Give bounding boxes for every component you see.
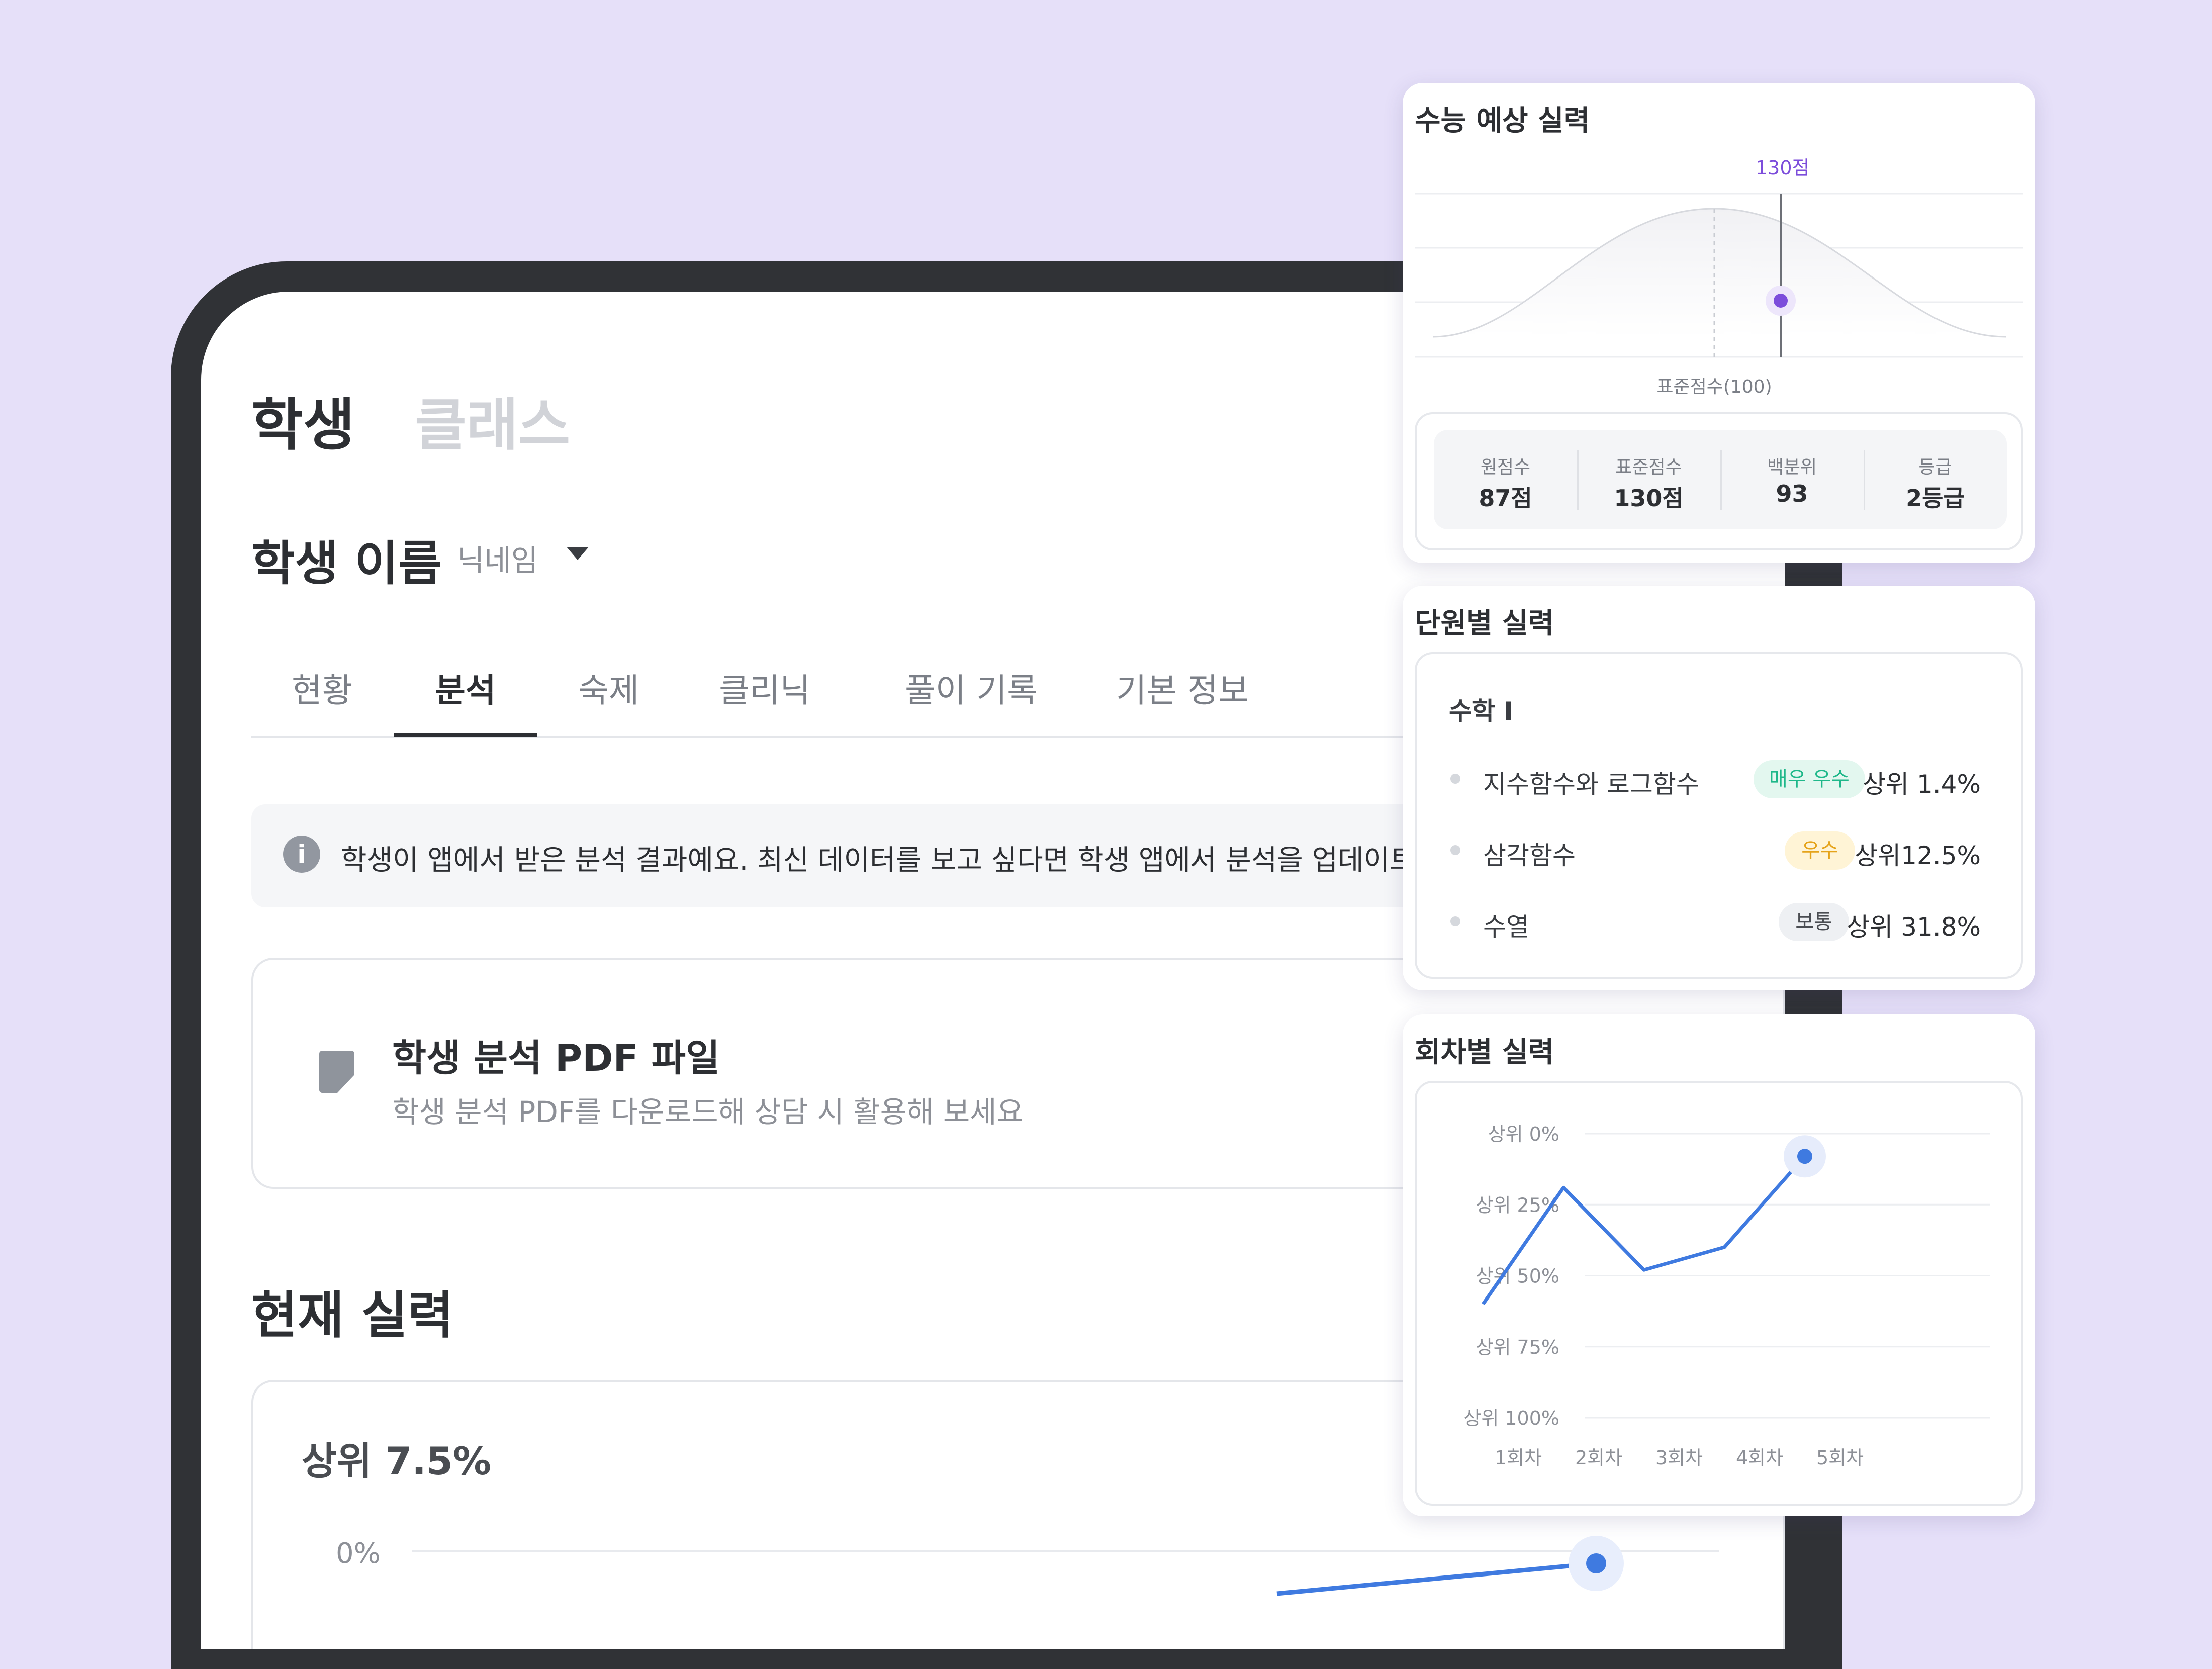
round-y-tick: 상위 100%	[1463, 1407, 1559, 1429]
unit-badge: 보통	[1779, 903, 1849, 941]
unit-badge: 우수	[1785, 831, 1855, 870]
stat-value: 130점	[1614, 485, 1684, 512]
round-x-tick: 2회차	[1575, 1447, 1622, 1469]
stats-box: 원점수 87점 표준점수 130점 백분위 93 등급 2등급	[1434, 430, 2007, 529]
unit-skill-card: 단원별 실력 수학 I 지수함수와 로그함수 매우 우수 상위 1.4% 삼각함…	[1403, 586, 2035, 990]
round-line-chart: 상위 0%상위 25%상위 50%상위 75%상위 100%1회차 2회차 3회차 4…	[1463, 1123, 1990, 1469]
current-skill-point	[1586, 1553, 1606, 1573]
unit-badge: 매우 우수	[1754, 760, 1865, 798]
unit-percent: 상위12.5%	[1855, 841, 1981, 870]
stat-label: 원점수	[1480, 457, 1531, 478]
round-y-tick: 상위 0%	[1488, 1123, 1559, 1145]
round-point	[1797, 1149, 1812, 1164]
bullet-icon	[1450, 845, 1460, 855]
bell-curve-fill	[1433, 209, 2006, 337]
bullet-icon	[1450, 774, 1460, 784]
unit-row[interactable]: 삼각함수 우수 상위12.5%	[1403, 825, 2016, 876]
stat-label: 표준점수	[1615, 457, 1682, 478]
stat-percentile: 백분위 93	[1720, 430, 1864, 529]
unit-name: 삼각함수	[1483, 841, 1576, 870]
unit-row[interactable]: 수열 보통 상위 31.8%	[1403, 897, 2016, 947]
stat-value: 87점	[1479, 485, 1532, 512]
round-x-tick: 4회차	[1736, 1447, 1783, 1469]
stat-standard-score: 표준점수 130점	[1577, 430, 1720, 529]
unit-percent: 상위 31.8%	[1847, 912, 1981, 942]
round-y-tick: 상위 50%	[1476, 1265, 1559, 1287]
unit-name: 지수함수와 로그함수	[1483, 770, 1699, 799]
unit-row[interactable]: 지수함수와 로그함수 매우 우수 상위 1.4%	[1403, 754, 2016, 804]
unit-card-title: 단원별 실력	[1415, 607, 1554, 640]
stat-value: 2등급	[1906, 485, 1965, 512]
round-x-tick: 5회차	[1816, 1447, 1864, 1469]
suneung-card: 수능 예상 실력 130점 표준점수(100) 원점수 87점 표준점수 130…	[1403, 83, 2035, 563]
bell-axis-label: 표준점수(100)	[1656, 377, 1772, 397]
unit-percent: 상위 1.4%	[1863, 770, 1981, 799]
stat-label: 등급	[1918, 457, 1952, 478]
stat-raw-score: 원점수 87점	[1434, 430, 1577, 529]
unit-name: 수열	[1483, 912, 1529, 942]
unit-subject: 수학 I	[1449, 697, 1514, 726]
bullet-icon	[1450, 916, 1460, 926]
stat-grade: 등급 2등급	[1864, 430, 2007, 529]
stat-label: 백분위	[1767, 457, 1817, 478]
score-marker	[1774, 294, 1788, 308]
round-y-tick: 상위 75%	[1476, 1336, 1559, 1358]
round-skill-card: 회차별 실력 상위 0% 상위 25% 상위 50% 상위 75% 상위 100% 1회차…	[1403, 1014, 2035, 1516]
current-skill-line	[1276, 1561, 1597, 1596]
round-x-tick: 3회차	[1655, 1447, 1703, 1469]
round-x-tick: 1회차	[1495, 1447, 1542, 1469]
score-marker-label: 130점	[1756, 157, 1810, 179]
stat-value: 93	[1776, 480, 1808, 507]
